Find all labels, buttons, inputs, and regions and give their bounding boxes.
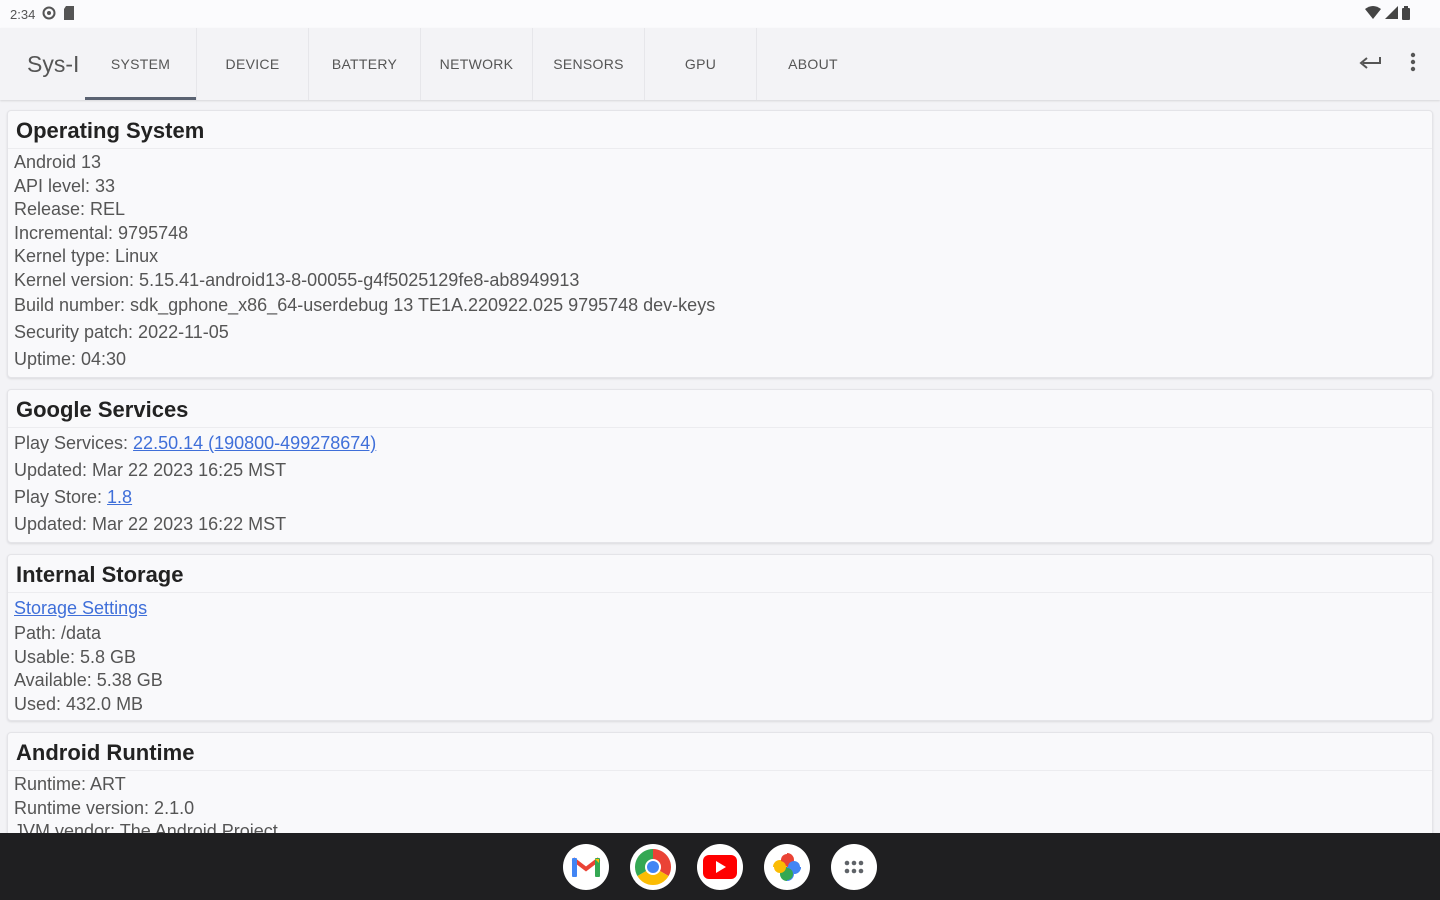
android-runtime-card: Android Runtime Runtime: ART Runtime ver… (7, 732, 1433, 833)
tab-battery[interactable]: BATTERY (309, 28, 421, 100)
operating-system-card: Operating System Android 13 API level: 3… (7, 110, 1433, 378)
app-drawer-icon[interactable] (831, 843, 877, 890)
battery-icon (1402, 5, 1410, 23)
os-security-patch: Security patch: 2022-11-05 (14, 322, 229, 342)
play-store-label: Play Store: (14, 487, 108, 507)
status-time: 2:34 (10, 6, 36, 22)
more-options-icon[interactable] (1410, 52, 1416, 77)
card-title: Android Runtime (8, 733, 1432, 771)
play-services-updated: Updated: Mar 22 2023 16:25 MST (14, 460, 287, 480)
runtime-name: Runtime: ART (14, 774, 126, 794)
signal-icon (1385, 6, 1398, 22)
settings-notification-icon (42, 6, 56, 23)
play-services-label: Play Services: (14, 433, 134, 453)
storage-used: Used: 432.0 MB (14, 693, 144, 714)
tab-gpu[interactable]: GPU (645, 28, 757, 100)
storage-path: Path: /data (14, 623, 102, 643)
os-release: Release: REL (14, 199, 126, 219)
internal-storage-card: Internal Storage Storage Settings Path: … (7, 554, 1433, 721)
status-bar: 2:34 (0, 0, 1440, 28)
os-uptime: Uptime: 04:30 (14, 349, 127, 369)
os-kernel-type: Kernel type: Linux (14, 246, 159, 266)
tab-network[interactable]: NETWORK (421, 28, 533, 100)
chrome-icon[interactable] (630, 843, 676, 890)
os-build-number: Build number: sdk_gphone_x86_64-userdebu… (14, 295, 716, 315)
tab-about[interactable]: ABOUT (757, 28, 869, 100)
play-services-link[interactable]: 22.50.14 (190800-499278674) (133, 433, 376, 453)
tab-sensors[interactable]: SENSORS (533, 28, 645, 100)
runtime-version: Runtime version: 2.1.0 (14, 797, 195, 818)
card-title: Internal Storage (8, 555, 1432, 593)
storage-available: Available: 5.38 GB (14, 670, 163, 690)
tab-bar: SYSTEM DEVICE BATTERY NETWORK SENSORS GP… (85, 28, 869, 100)
app-bar: Sys-I SYSTEM DEVICE BATTERY NETWORK SENS… (0, 28, 1440, 100)
card-title: Operating System (8, 111, 1432, 149)
google-services-card: Google Services Play Services: 22.50.14 … (7, 389, 1433, 543)
play-store-updated: Updated: Mar 22 2023 16:22 MST (14, 514, 287, 534)
gmail-icon[interactable] (563, 843, 609, 890)
wifi-icon (1365, 6, 1381, 22)
share-icon[interactable] (1358, 53, 1382, 76)
play-services-row: Play Services: 22.50.14 (190800-49927867… (8, 430, 1432, 457)
play-store-link[interactable]: 1.8 (107, 487, 132, 507)
jvm-vendor: JVM vendor: The Android Project (14, 821, 278, 833)
tab-device[interactable]: DEVICE (197, 28, 309, 100)
os-incremental: Incremental: 9795748 (14, 222, 189, 243)
storage-settings-link[interactable]: Storage Settings (8, 595, 1432, 622)
play-store-row: Play Store: 1.8 (8, 484, 1432, 511)
sd-card-icon (63, 5, 75, 23)
tab-system[interactable]: SYSTEM (85, 28, 197, 100)
storage-usable: Usable: 5.8 GB (14, 646, 137, 667)
app-title: Sys-I (27, 50, 80, 77)
os-android-version: Android 13 (14, 152, 102, 172)
content-scroll[interactable]: Operating System Android 13 API level: 3… (0, 100, 1440, 833)
youtube-icon[interactable] (697, 843, 743, 890)
taskbar (0, 833, 1440, 900)
os-kernel-version: Kernel version: 5.15.41-android13-8-0005… (14, 269, 580, 290)
os-api-level: API level: 33 (14, 175, 116, 196)
photos-icon[interactable] (764, 843, 810, 890)
card-title: Google Services (8, 390, 1432, 428)
